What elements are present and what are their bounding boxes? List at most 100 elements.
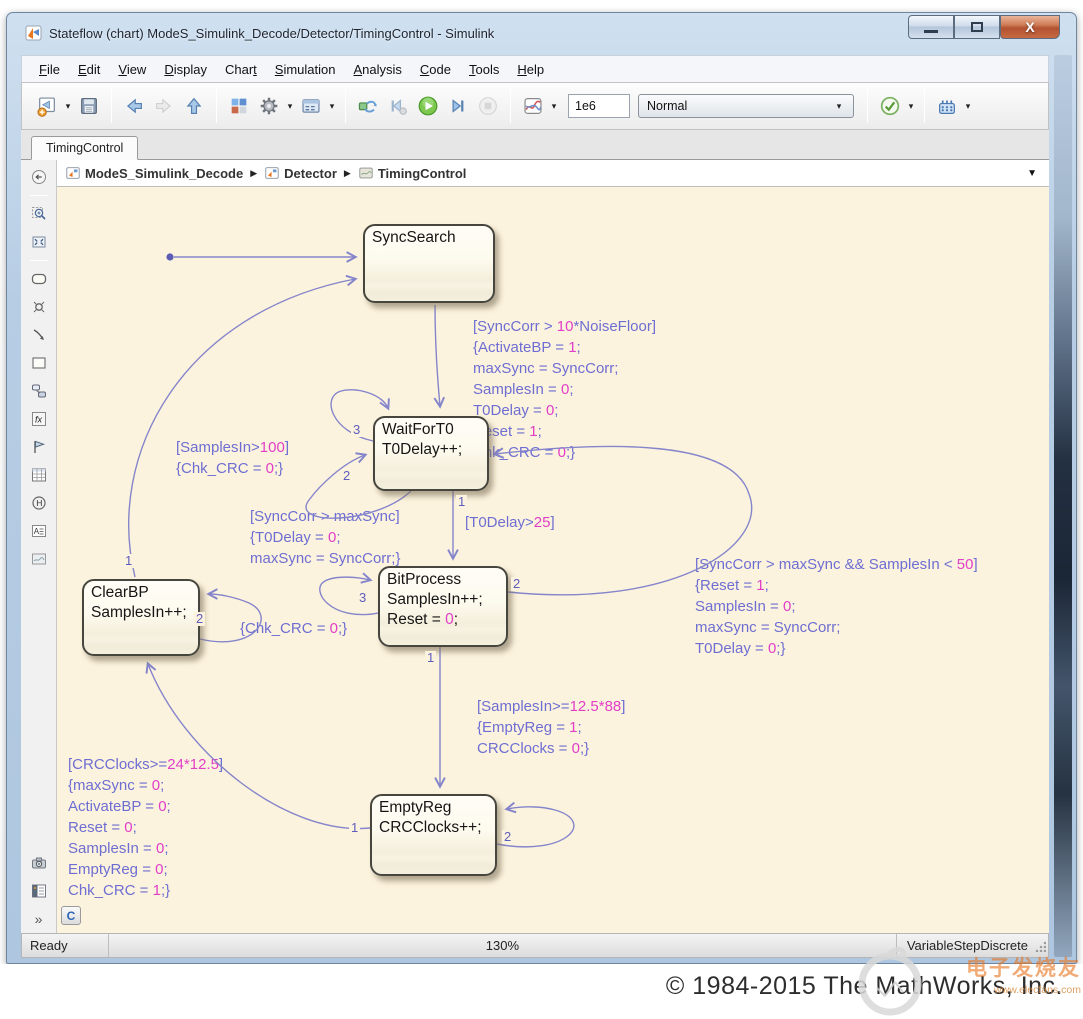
dropdown-caret-icon[interactable]: ▾ [905,101,917,112]
sim-mode-combo[interactable]: Normal▾ [638,94,854,118]
dropdown-caret-icon[interactable]: ▾ [326,101,338,112]
transition-number-n5[interactable]: 2 [511,577,522,591]
step-back-button[interactable] [383,89,413,123]
transition-syncsearch-to-waitfort0[interactable] [435,305,440,406]
up-button[interactable] [179,89,209,123]
resize-grip[interactable] [1034,940,1046,952]
page: Stateflow (chart) ModeS_Simulink_Decode/… [0,0,1083,1019]
transition-tool-button[interactable] [26,322,52,348]
update-check-button[interactable] [875,89,905,123]
model-explorer-icon [30,882,48,900]
menu-display[interactable]: Display [155,59,216,80]
transition-number-n3[interactable]: 2 [341,469,352,483]
model-icon-icon [65,165,81,181]
menu-help[interactable]: Help [508,59,553,80]
state-body-line: Reset = 0; [387,610,499,630]
state-clearbp[interactable]: ClearBPSamplesIn++; [82,579,200,656]
transition-bitprocess-to-waitfort0[interactable] [495,446,752,594]
gear-button[interactable] [254,89,284,123]
chart-canvas[interactable]: [SyncCorr > 10*NoiseFloor]{ActivateBP = … [57,187,1049,933]
transition-number-n4[interactable]: 1 [456,495,467,509]
transition-emptyreg-to-clearbp[interactable] [148,664,370,829]
menu-view[interactable]: View [109,59,155,80]
menu-file[interactable]: File [30,59,69,80]
default-transition-dot[interactable] [166,253,173,260]
menu-code[interactable]: Code [411,59,460,80]
breadcrumb-item-detector[interactable]: Detector [264,165,337,181]
transition-number-n7[interactable]: 1 [425,651,436,665]
connect-icon [357,95,379,117]
event-tool-button[interactable] [26,434,52,460]
menu-analysis[interactable]: Analysis [344,59,410,80]
data-inspector-button[interactable] [518,89,548,123]
library-browser-button[interactable] [224,89,254,123]
fit-view-button[interactable] [26,229,52,255]
zoom-region-button[interactable] [26,201,52,227]
expand-chevrons-button[interactable]: » [26,906,52,932]
state-tool-button[interactable] [26,266,52,292]
stop-button[interactable] [473,89,503,123]
junction-tool-button[interactable] [26,294,52,320]
menu-chart[interactable]: Chart [216,59,266,80]
c-action-language-badge[interactable]: C [61,906,81,925]
back-circle-button[interactable] [26,164,52,190]
transition-bitprocess-self-3[interactable] [320,577,378,614]
close-button[interactable]: X [1000,15,1060,39]
transition-number-n10[interactable]: 2 [194,612,205,626]
dropdown-caret-icon[interactable]: ▾ [548,101,560,112]
gear-icon [258,95,280,117]
breadcrumb-item-modes_simulink_decode[interactable]: ModeS_Simulink_Decode [65,165,243,181]
breadcrumb-item-timingcontrol[interactable]: TimingControl [358,165,467,181]
maximize-button[interactable] [954,15,1000,39]
transition-number-n1[interactable]: 1 [123,554,134,568]
subchart-tool-button[interactable] [26,378,52,404]
box-tool-button[interactable] [26,350,52,376]
image-tool-button[interactable] [26,546,52,572]
step-forward-icon [447,95,469,117]
tab-timingcontrol[interactable]: TimingControl [31,136,138,160]
state-bitprocess[interactable]: BitProcessSamplesIn++;Reset = 0; [378,566,508,647]
connect-button[interactable] [353,89,383,123]
sim-stop-time-input[interactable]: 1e6 [568,94,630,118]
menu-tools[interactable]: Tools [460,59,508,80]
back-button[interactable] [119,89,149,123]
state-emptyreg[interactable]: EmptyRegCRCClocks++; [370,794,497,876]
state-syncsearch[interactable]: SyncSearch [363,224,495,303]
transition-number-n9[interactable]: 1 [349,821,360,835]
annotation-tool-button[interactable]: A [26,518,52,544]
dropdown-caret-icon[interactable]: ▾ [62,101,74,112]
palette-separator [30,260,48,261]
new-model-button[interactable] [32,89,62,123]
transition-number-n8[interactable]: 2 [502,830,513,844]
history-junction-tool-button[interactable]: H [26,490,52,516]
function-tool-button[interactable]: fx [26,406,52,432]
dropdown-caret-icon[interactable]: ▾ [962,101,974,112]
truth-table-tool-button[interactable] [26,462,52,488]
transition-clearbp-self-2[interactable] [200,594,261,642]
model-config-button[interactable] [296,89,326,123]
state-waitfort0[interactable]: WaitForT0T0Delay++; [373,416,489,491]
transition-number-n2[interactable]: 3 [351,423,362,437]
save-button[interactable] [74,89,104,123]
dropdown-caret-icon[interactable]: ▾ [284,101,296,112]
titlebar[interactable]: Stateflow (chart) ModeS_Simulink_Decode/… [7,13,1076,53]
menu-edit[interactable]: Edit [69,59,109,80]
run-button[interactable] [413,89,443,123]
step-forward-button[interactable] [443,89,473,123]
forward-icon [153,95,175,117]
toolbar: ▾ ▾ ▾ ▾ 1e6 Normal▾ ▾ ▾ [21,82,1049,130]
transition-number-n6[interactable]: 3 [357,591,368,605]
breadcrumb-dropdown-icon[interactable]: ▼ [1027,168,1041,179]
minimize-button[interactable] [908,15,954,39]
build-icon [936,95,958,117]
truth-table-tool-icon [30,466,48,484]
forward-button[interactable] [149,89,179,123]
data-inspector-icon [522,95,544,117]
camera-button[interactable] [26,850,52,876]
toolbar-separator [510,89,511,123]
model-explorer-button[interactable] [26,878,52,904]
menu-simulation[interactable]: Simulation [266,59,345,80]
transition-clearbp-to-syncsearch[interactable] [129,279,355,577]
build-button[interactable] [932,89,962,123]
state-tool-icon [30,270,48,288]
